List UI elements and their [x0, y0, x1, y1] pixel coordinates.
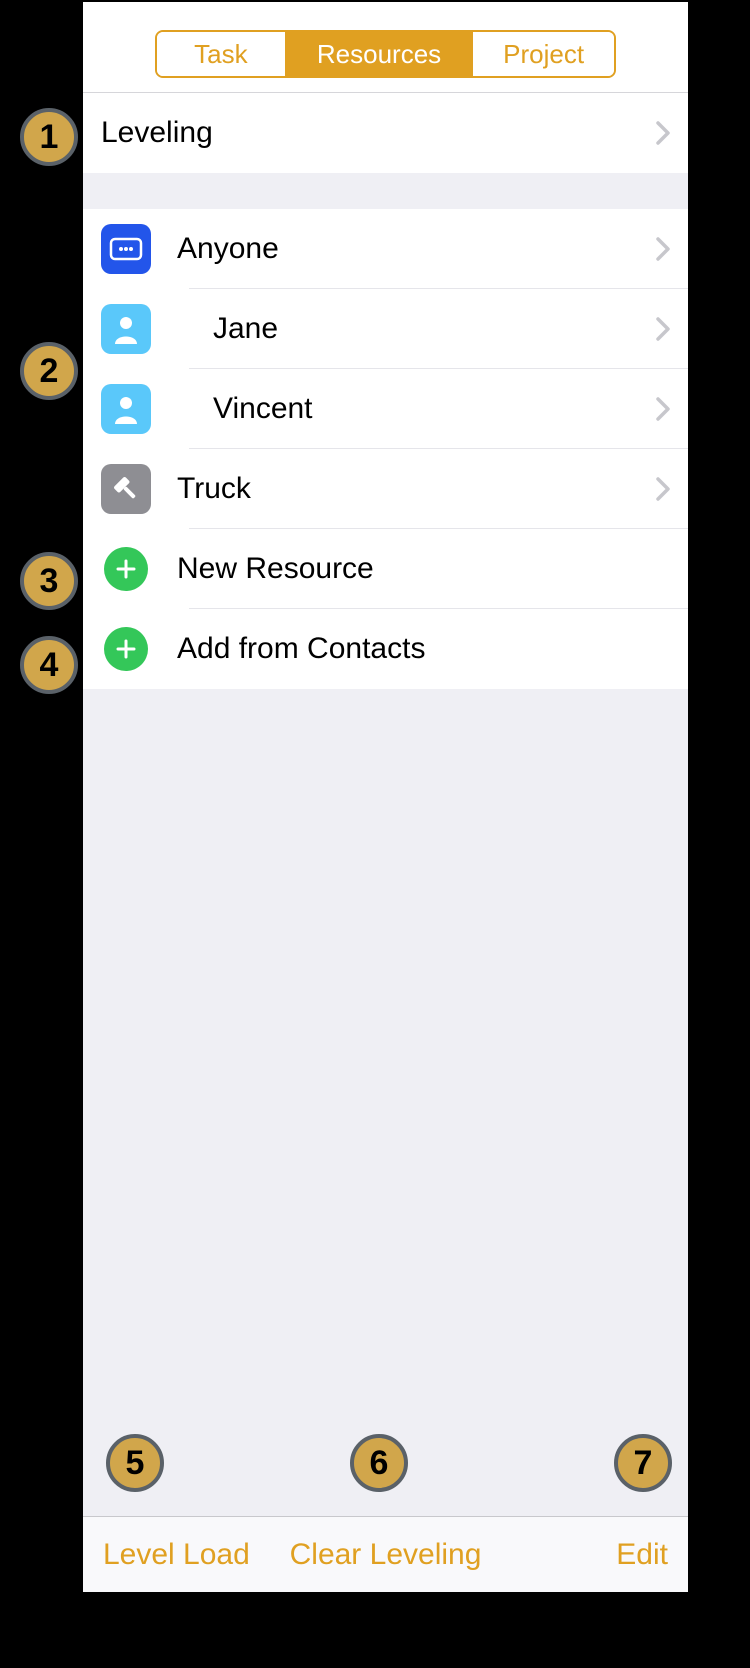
add-from-contacts-label: Add from Contacts — [177, 632, 670, 666]
chevron-right-icon — [656, 477, 670, 501]
callout-4: 4 — [20, 636, 78, 694]
resource-list: Anyone Jane — [83, 209, 688, 689]
callout-6: 6 — [350, 1434, 408, 1492]
callout-7: 7 — [614, 1434, 672, 1492]
add-from-contacts-row[interactable]: Add from Contacts — [83, 609, 688, 689]
chevron-right-icon — [656, 121, 670, 145]
callout-5: 5 — [106, 1434, 164, 1492]
callout-1: 1 — [20, 108, 78, 166]
hammer-icon — [101, 464, 151, 514]
resource-label: Anyone — [177, 232, 656, 266]
resource-equipment-truck[interactable]: Truck — [83, 449, 688, 529]
tab-project[interactable]: Project — [473, 32, 614, 76]
plus-icon — [104, 547, 148, 591]
person-icon — [101, 304, 151, 354]
section-gap — [83, 173, 688, 209]
resource-label: Jane — [177, 312, 656, 346]
new-resource-row[interactable]: New Resource — [83, 529, 688, 609]
resource-label: Truck — [177, 472, 656, 506]
tab-resources[interactable]: Resources — [287, 32, 473, 76]
app-screen: Task Resources Project Leveling Anyone — [83, 2, 688, 1592]
resource-group-anyone[interactable]: Anyone — [83, 209, 688, 289]
tab-task[interactable]: Task — [157, 32, 287, 76]
level-load-button[interactable]: Level Load — [103, 1538, 250, 1572]
edit-button[interactable]: Edit — [616, 1538, 668, 1572]
new-resource-label: New Resource — [177, 552, 670, 586]
callout-3: 3 — [20, 552, 78, 610]
leveling-row[interactable]: Leveling — [83, 93, 688, 173]
callout-2: 2 — [20, 342, 78, 400]
bottom-toolbar: Level Load Clear Leveling Edit — [83, 1516, 688, 1592]
chevron-right-icon — [656, 317, 670, 341]
chevron-right-icon — [656, 397, 670, 421]
resource-label: Vincent — [177, 392, 656, 426]
leveling-label: Leveling — [101, 116, 656, 150]
plus-icon — [104, 627, 148, 671]
resource-person-vincent[interactable]: Vincent — [83, 369, 688, 449]
leveling-section: Leveling — [83, 93, 688, 173]
segmented-header: Task Resources Project — [83, 2, 688, 93]
chevron-right-icon — [656, 237, 670, 261]
segmented-control: Task Resources Project — [155, 30, 616, 78]
person-icon — [101, 384, 151, 434]
clear-leveling-button[interactable]: Clear Leveling — [290, 1538, 482, 1572]
resource-person-jane[interactable]: Jane — [83, 289, 688, 369]
group-icon — [101, 224, 151, 274]
